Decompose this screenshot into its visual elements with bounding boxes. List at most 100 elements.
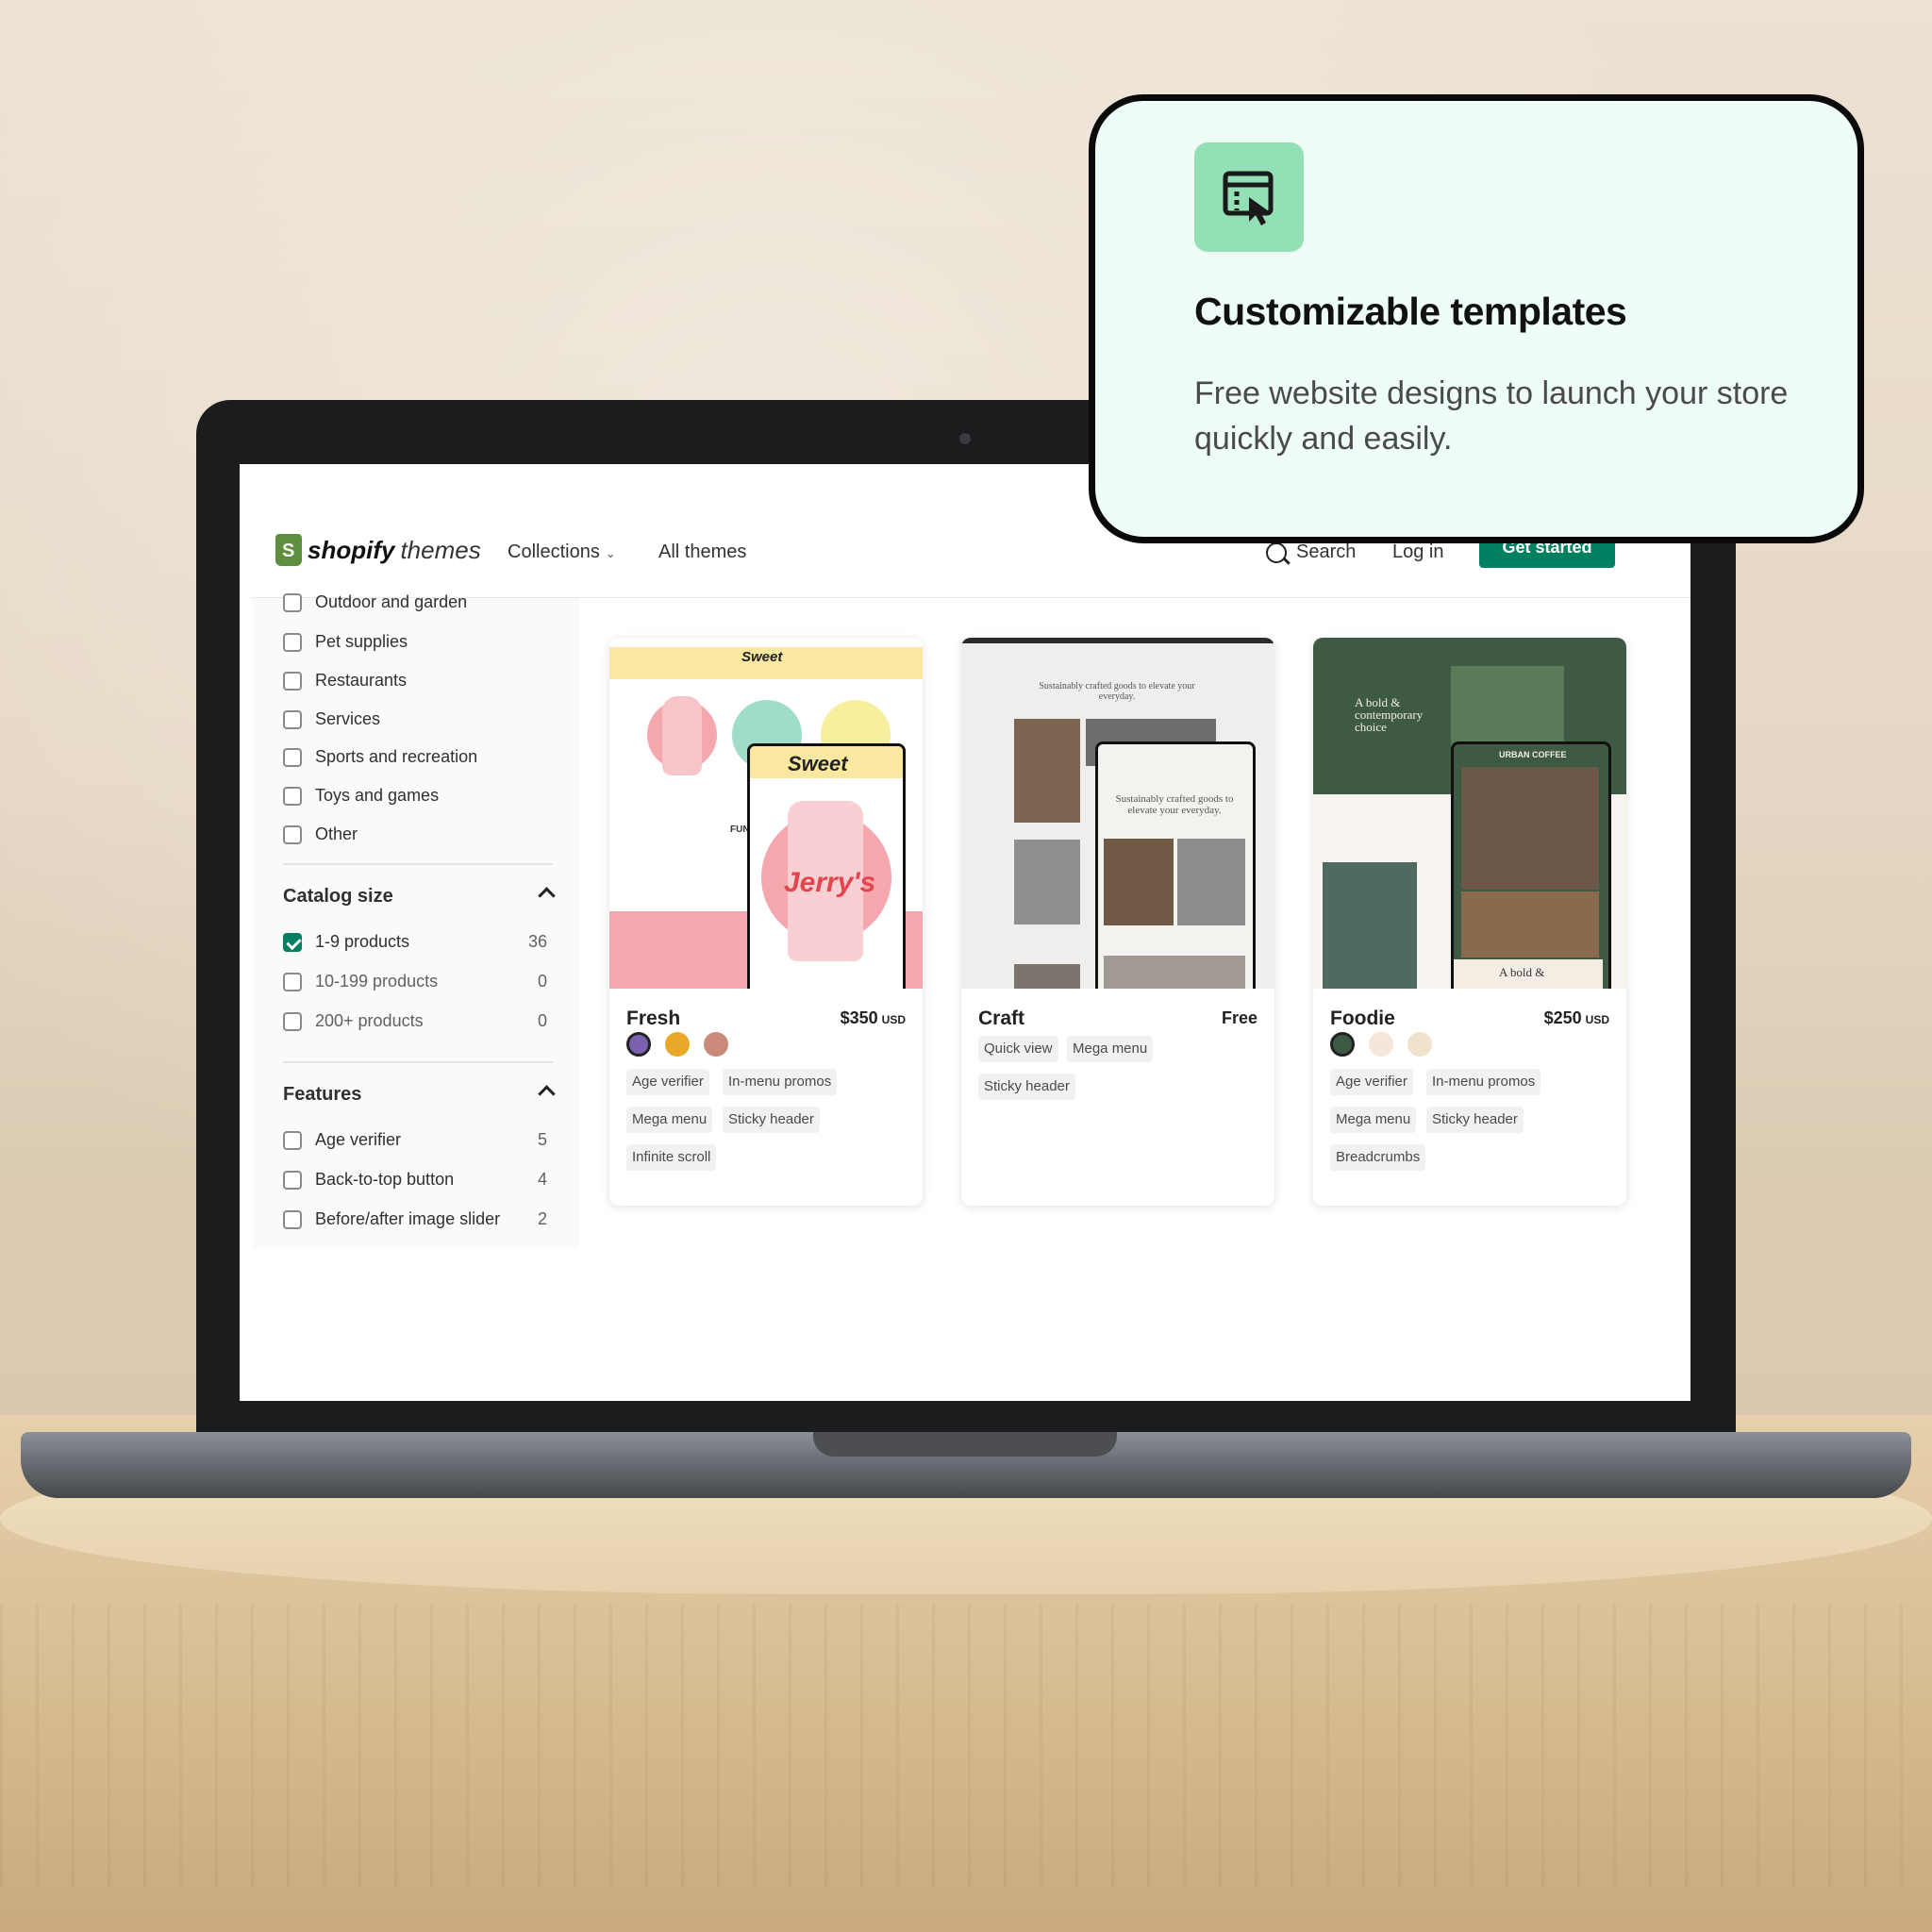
theme-preview-fresh[interactable]: Sweet FUN. Sweet Jerry's (609, 638, 923, 989)
filter-count: 36 (527, 932, 547, 951)
filter-pet-supplies[interactable]: Pet supplies (283, 632, 547, 652)
theme-card-fresh[interactable]: Sweet FUN. Sweet Jerry's Fresh $350 USD A… (609, 638, 923, 1206)
callout-title: Customizable templates (1194, 290, 1627, 333)
chevron-down-icon: ⌄ (605, 546, 616, 560)
feature-tag: Infinite scroll (626, 1144, 717, 1171)
template-cursor-icon (1194, 142, 1304, 252)
checkbox[interactable] (283, 1130, 302, 1150)
filter-other[interactable]: Other (283, 824, 547, 844)
mobile-photo (1104, 839, 1174, 925)
filter-catalog-10-199[interactable]: 10-199 products 0 (283, 972, 547, 991)
checkbox[interactable] (283, 972, 302, 991)
nav-login[interactable]: Log in (1392, 541, 1444, 563)
color-swatch-green[interactable] (1330, 1032, 1355, 1057)
theme-price: Free (1222, 1008, 1257, 1028)
theme-card-craft[interactable]: Sustainably crafted goods to elevate you… (961, 638, 1274, 1206)
callout-subtitle: Free website designs to launch your stor… (1194, 375, 1789, 457)
mobile-photo (1177, 839, 1245, 925)
preview-photo (1014, 840, 1080, 924)
feature-tag: Mega menu (626, 1107, 713, 1133)
filter-back-to-top[interactable]: Back-to-top button 4 (283, 1170, 547, 1190)
catalog-size-title: Catalog size (283, 886, 393, 907)
checkbox-checked[interactable] (283, 932, 302, 952)
feature-tag: Breadcrumbs (1330, 1144, 1426, 1171)
filter-label: Age verifier (315, 1130, 402, 1149)
checkbox[interactable] (283, 709, 302, 729)
preview-desktop-logo: Sweet (741, 649, 783, 665)
price-amount: $350 (840, 1008, 878, 1027)
theme-name[interactable]: Fresh (626, 1008, 680, 1030)
checkbox[interactable] (283, 786, 302, 806)
theme-name[interactable]: Craft (978, 1008, 1024, 1030)
filter-label: 1-9 products (315, 932, 410, 951)
theme-name[interactable]: Foodie (1330, 1008, 1395, 1030)
filter-label: Other (315, 824, 358, 843)
feature-tag: Sticky header (723, 1107, 820, 1133)
feature-tag: Mega menu (1330, 1107, 1417, 1133)
filter-count: 5 (537, 1130, 547, 1149)
laptop-notch (813, 1432, 1117, 1457)
nav-search[interactable]: Search (1266, 541, 1356, 563)
color-swatch-cream[interactable] (1407, 1032, 1432, 1057)
price-currency: USD (881, 1013, 906, 1026)
filter-catalog-1-9[interactable]: 1-9 products 36 (283, 932, 547, 952)
shopify-themes-logo[interactable]: shopify themes (275, 534, 481, 566)
nav-collections-label: Collections (508, 541, 600, 562)
filter-label: 200+ products (315, 1011, 424, 1030)
filter-toys-and-games[interactable]: Toys and games (283, 786, 547, 806)
color-swatch-purple[interactable] (626, 1032, 651, 1057)
filter-count: 0 (537, 972, 547, 991)
filter-catalog-200-plus[interactable]: 200+ products 0 (283, 1011, 547, 1031)
nav-search-label: Search (1296, 541, 1357, 562)
feature-tag: Age verifier (1330, 1069, 1413, 1095)
feature-tag: Age verifier (626, 1069, 709, 1095)
nav-all-themes[interactable]: All themes (658, 541, 746, 563)
logo-brand: shopify (308, 535, 395, 564)
catalog-size-heading[interactable]: Catalog size (283, 886, 556, 908)
color-swatch-rose[interactable] (704, 1032, 728, 1057)
mobile-headline: Sustainably crafted goods to elevate you… (1115, 793, 1234, 816)
checkbox[interactable] (283, 1209, 302, 1229)
color-swatch-blush[interactable] (1369, 1032, 1393, 1057)
filter-sports-and-recreation[interactable]: Sports and recreation (283, 747, 547, 767)
preview-top-bar (961, 638, 1274, 643)
filter-restaurants[interactable]: Restaurants (283, 671, 547, 691)
checkbox[interactable] (283, 747, 302, 767)
filter-label: Sports and recreation (315, 747, 478, 766)
checkbox[interactable] (283, 824, 302, 844)
theme-card-foodie[interactable]: A bold & contemporary choice URBAN COFFE… (1313, 638, 1626, 1206)
filter-before-after-slider[interactable]: Before/after image slider 2 (283, 1209, 547, 1229)
filter-age-verifier[interactable]: Age verifier 5 (283, 1130, 547, 1150)
checkbox[interactable] (283, 1170, 302, 1190)
preview-photo (1014, 719, 1080, 823)
feature-tag: Mega menu (1067, 1036, 1154, 1062)
chevron-up-icon[interactable] (538, 887, 556, 905)
feature-tag: Quick view (978, 1036, 1058, 1062)
filter-label: 10-199 products (315, 972, 439, 991)
price-amount: Free (1221, 1008, 1257, 1027)
features-title: Features (283, 1084, 362, 1105)
chevron-up-icon[interactable] (538, 1085, 556, 1103)
theme-price: $250 USD (1544, 1008, 1609, 1028)
mobile-can-text: Jerry's (784, 867, 876, 898)
checkbox[interactable] (283, 592, 302, 612)
filter-services[interactable]: Services (283, 709, 547, 729)
theme-preview-foodie[interactable]: A bold & contemporary choice URBAN COFFE… (1313, 638, 1626, 989)
filter-count: 0 (537, 1011, 547, 1030)
filter-outdoor-and-garden[interactable]: Outdoor and garden (283, 592, 547, 612)
price-currency: USD (1585, 1013, 1609, 1026)
nav-collections[interactable]: Collections ⌄ (508, 541, 616, 563)
price-amount: $250 (1543, 1008, 1582, 1027)
preview-mobile-logo: Sweet (788, 752, 848, 775)
theme-preview-craft[interactable]: Sustainably crafted goods to elevate you… (961, 638, 1274, 989)
checkbox[interactable] (283, 632, 302, 652)
features-heading[interactable]: Features (283, 1084, 556, 1106)
color-swatch-orange[interactable] (665, 1032, 690, 1057)
checkbox[interactable] (283, 1011, 302, 1031)
webcam (959, 433, 971, 444)
preview-headline: Sustainably crafted goods to elevate you… (1039, 681, 1195, 702)
checkbox[interactable] (283, 671, 302, 691)
preview-mobile-frame: URBAN COFFEE A bold & (1451, 741, 1611, 989)
feature-tag: Sticky header (978, 1074, 1075, 1100)
feature-tag: In-menu promos (723, 1069, 838, 1095)
